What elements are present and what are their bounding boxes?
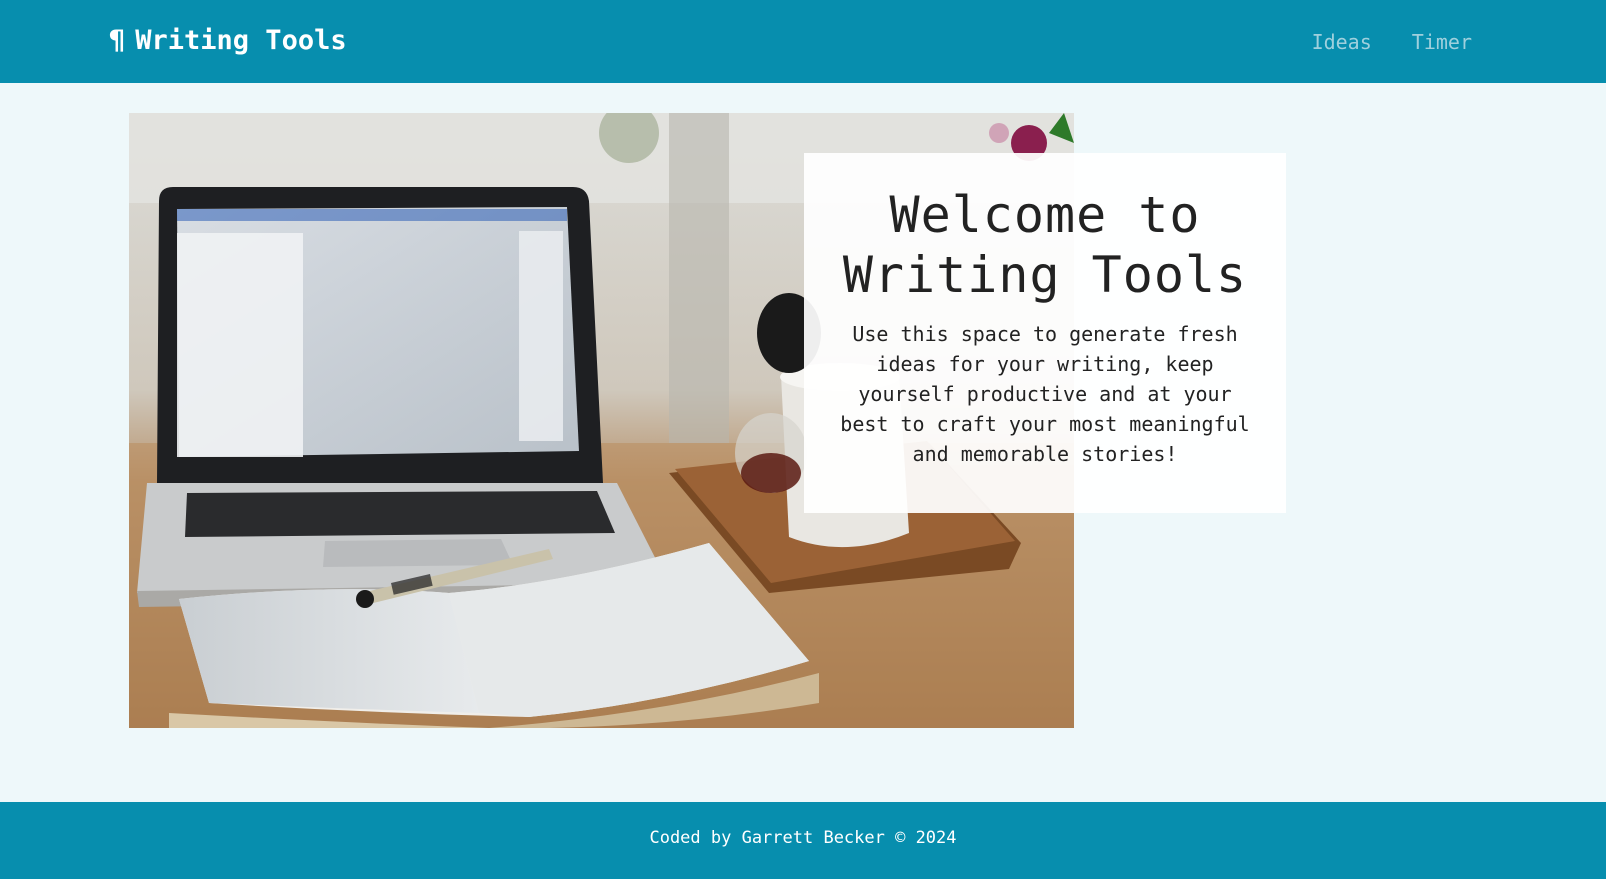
welcome-card: Welcome to Writing Tools Use this space … xyxy=(804,153,1286,513)
pilcrow-icon: ¶ xyxy=(109,25,126,56)
footer-credit: Coded by Garrett Becker © 2024 xyxy=(649,828,957,848)
nav-links: Ideas Timer xyxy=(1312,28,1472,56)
welcome-title: Welcome to Writing Tools xyxy=(842,186,1248,304)
brand-link[interactable]: ¶ Writing Tools xyxy=(109,22,347,60)
brand-label: Writing Tools xyxy=(135,25,347,56)
nav-link-ideas[interactable]: Ideas xyxy=(1312,28,1372,56)
welcome-text: Use this space to generate fresh ideas f… xyxy=(840,322,1250,466)
nav-link-timer[interactable]: Timer xyxy=(1412,28,1472,56)
footer: Coded by Garrett Becker © 2024 xyxy=(0,802,1606,879)
navbar: ¶ Writing Tools Ideas Timer xyxy=(0,0,1606,83)
